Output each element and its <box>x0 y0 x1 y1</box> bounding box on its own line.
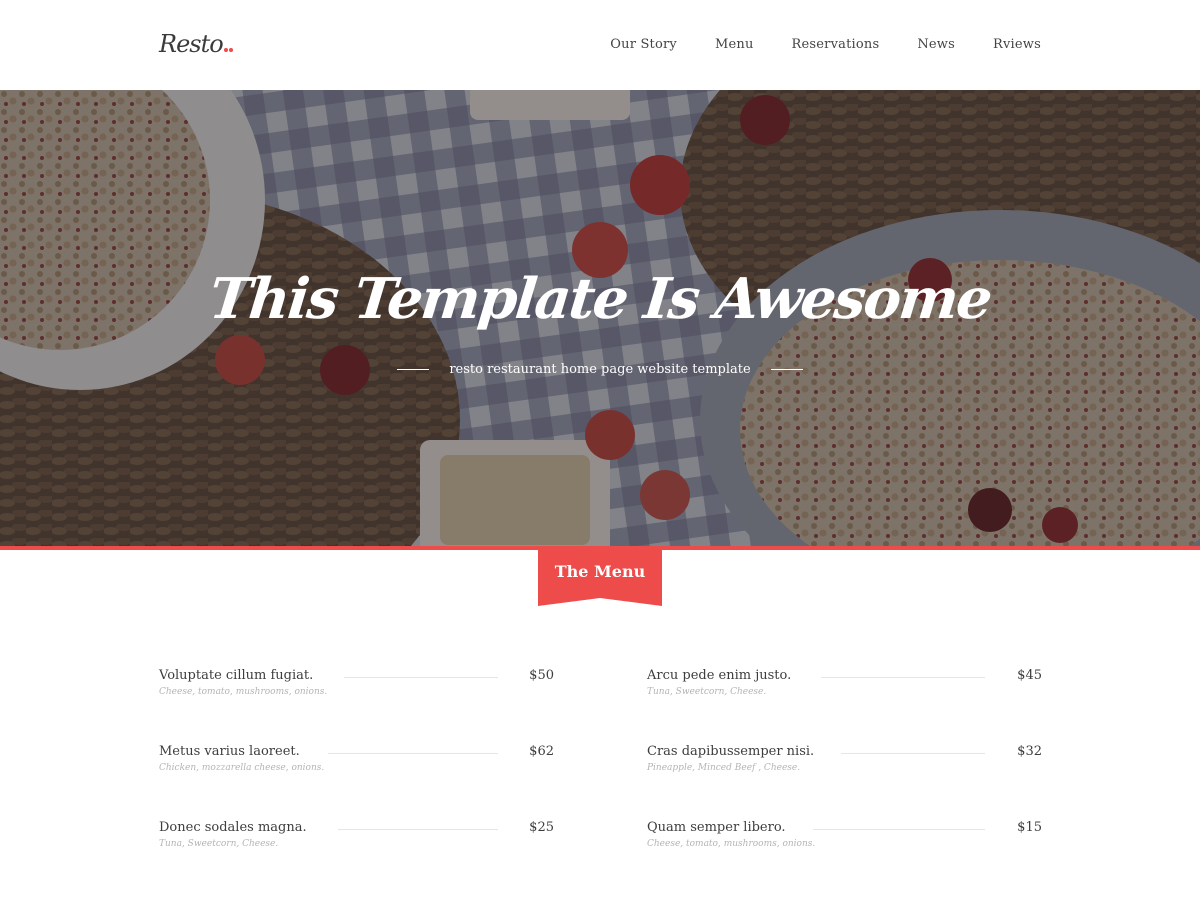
nav-item-reservations[interactable]: Reservations <box>792 37 880 52</box>
menu-item-name: Donec sodales magna. <box>159 820 307 835</box>
menu-item[interactable]: Voluptate cillum fugiat. Cheese, tomato,… <box>159 668 554 708</box>
menu-item-price: $50 <box>529 668 554 683</box>
menu-item-description: Chicken, mozzarella cheese, onions. <box>159 763 325 773</box>
menu-item[interactable]: Metus varius laoreet. Chicken, mozzarell… <box>159 744 554 784</box>
menu-item-leader-line <box>813 829 985 830</box>
menu-ribbon-label: The Menu <box>554 562 646 581</box>
menu-item-price: $45 <box>1017 668 1042 683</box>
menu-item-description: Pineapple, Minced Beef , Cheese. <box>647 763 801 773</box>
site-header: Resto Our Story Menu Reservations News R… <box>0 0 1200 90</box>
menu-item[interactable]: Arcu pede enim justo. Tuna, Sweetcorn, C… <box>647 668 1042 708</box>
menu-item-leader-line <box>821 677 985 678</box>
menu-item-description: Cheese, tomato, mushrooms, onions. <box>159 687 328 697</box>
menu-item-name: Voluptate cillum fugiat. <box>159 668 314 683</box>
hero-subtitle: resto restaurant home page website templ… <box>449 362 751 377</box>
logo[interactable]: Resto <box>159 30 234 58</box>
main-nav: Our Story Menu Reservations News Rviews <box>572 37 1041 52</box>
menu-item-description: Cheese, tomato, mushrooms, onions. <box>647 839 816 849</box>
menu-item-name: Quam semper libero. <box>647 820 786 835</box>
menu-item-name: Metus varius laoreet. <box>159 744 300 759</box>
menu-item-leader-line <box>841 753 985 754</box>
nav-item-news[interactable]: News <box>917 37 955 52</box>
menu-item-description: Tuna, Sweetcorn, Cheese. <box>159 839 279 849</box>
hero-banner: This Template Is Awesome resto restauran… <box>0 90 1200 546</box>
menu-item-description: Tuna, Sweetcorn, Cheese. <box>647 687 767 697</box>
menu-item-leader-line <box>338 829 498 830</box>
nav-item-our-story[interactable]: Our Story <box>610 37 677 52</box>
hero-subtitle-row: resto restaurant home page website templ… <box>0 362 1200 377</box>
logo-dots-icon <box>223 30 234 58</box>
menu-item-leader-line <box>328 753 498 754</box>
hero-title: This Template Is Awesome <box>206 266 994 332</box>
menu-item[interactable]: Quam semper libero. Cheese, tomato, mush… <box>647 820 1042 860</box>
menu-item-price: $15 <box>1017 820 1042 835</box>
menu-item-name: Cras dapibussemper nisi. <box>647 744 815 759</box>
menu-item[interactable]: Donec sodales magna. Tuna, Sweetcorn, Ch… <box>159 820 554 860</box>
nav-item-reviews[interactable]: Rviews <box>993 37 1041 52</box>
menu-item-leader-line <box>344 677 498 678</box>
menu-item-price: $32 <box>1017 744 1042 759</box>
subtitle-right-rule <box>770 369 803 370</box>
menu-item-price: $25 <box>529 820 554 835</box>
subtitle-left-rule <box>397 369 430 370</box>
logo-text: Resto <box>159 30 224 58</box>
menu-item[interactable]: Cras dapibussemper nisi. Pineapple, Minc… <box>647 744 1042 784</box>
menu-item-name: Arcu pede enim justo. <box>647 668 792 683</box>
menu-item-price: $62 <box>529 744 554 759</box>
nav-item-menu[interactable]: Menu <box>715 37 754 52</box>
